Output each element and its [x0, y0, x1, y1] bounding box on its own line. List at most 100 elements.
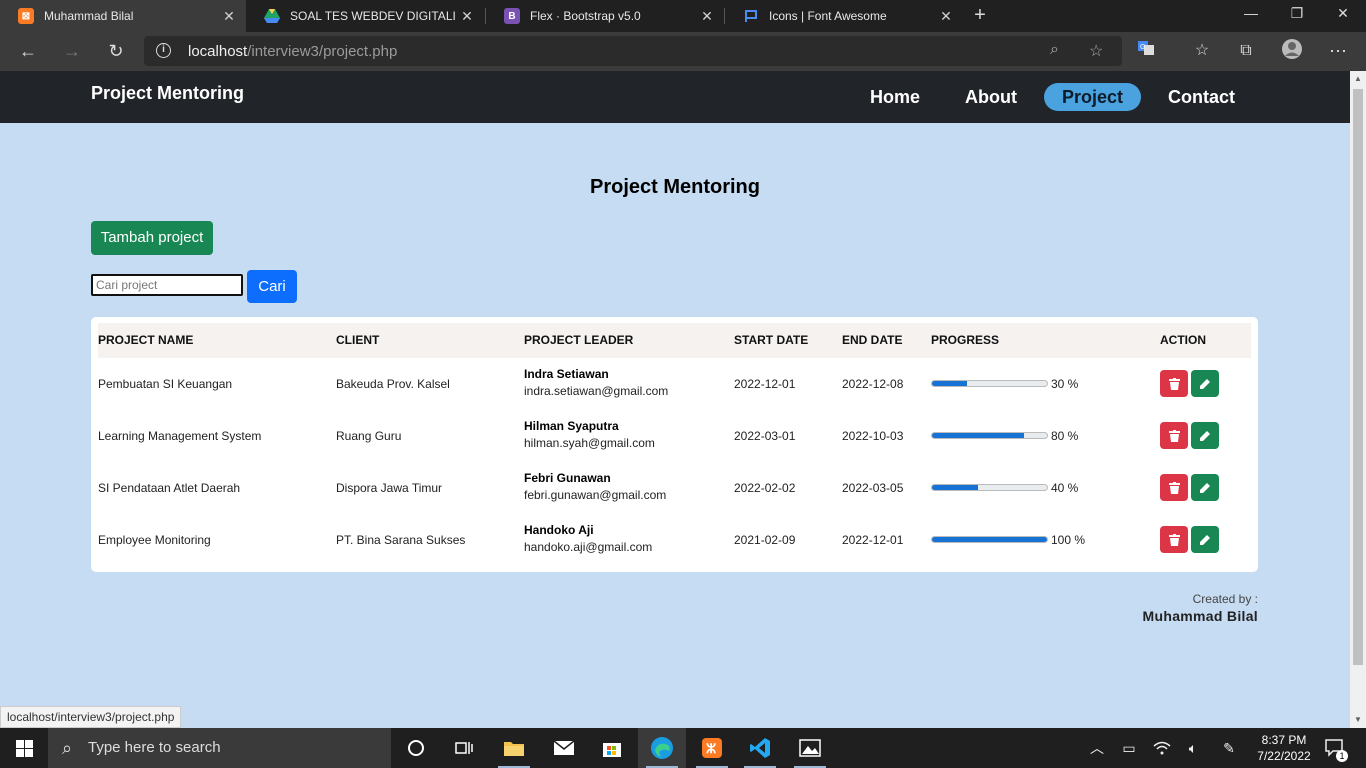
wifi-icon[interactable] [1150, 728, 1174, 768]
column-header: Project Leader [524, 333, 634, 347]
search-button[interactable]: Cari [247, 270, 297, 303]
favorite-star-icon[interactable]: ☆ [1089, 41, 1103, 61]
page-scrollbar[interactable]: ▲ ▼ [1350, 71, 1366, 728]
scroll-up-icon[interactable]: ▲ [1350, 71, 1366, 87]
url-host: localhost [188, 43, 248, 60]
progress-fill [932, 381, 967, 386]
add-project-button[interactable]: Tambah project [91, 221, 213, 255]
windows-start-icon[interactable] [0, 728, 48, 768]
progress-bar [931, 536, 1048, 543]
battery-icon[interactable]: ▭ [1118, 728, 1140, 768]
notification-center-icon[interactable]: 1 [1320, 728, 1350, 768]
progress-fill [932, 433, 1024, 438]
pencil-icon [1200, 378, 1210, 389]
leader-email: handoko.aji@gmail.com [524, 540, 653, 554]
column-header: Client [336, 333, 380, 347]
minimize-icon[interactable]: — [1228, 0, 1274, 32]
task-view-icon[interactable] [440, 728, 488, 768]
font-awesome-flag-icon [743, 8, 759, 24]
nav-about-link[interactable]: About [947, 83, 1035, 111]
end-date: 2022-10-03 [842, 429, 904, 443]
navbar-brand[interactable]: Project Mentoring [91, 83, 244, 104]
browser-tab[interactable]: B Flex · Bootstrap v5.0 ✕ [486, 0, 724, 32]
start-date: 2022-02-02 [734, 481, 796, 495]
photos-icon[interactable] [786, 728, 834, 768]
nav-contact-link[interactable]: Contact [1150, 83, 1253, 111]
edit-button[interactable] [1191, 526, 1219, 553]
delete-button[interactable] [1160, 526, 1188, 553]
trash-icon [1168, 377, 1180, 390]
pencil-icon [1200, 482, 1210, 493]
nav-project-link[interactable]: Project [1044, 83, 1142, 111]
restore-icon[interactable]: ❐ [1274, 0, 1320, 32]
close-tab-icon[interactable]: ✕ [456, 8, 478, 25]
nav-home-link[interactable]: Home [852, 83, 938, 111]
delete-button[interactable] [1160, 370, 1188, 397]
tray-chevron-icon[interactable]: ︿ [1086, 728, 1108, 768]
close-tab-icon[interactable]: ✕ [935, 8, 957, 25]
edit-button[interactable] [1191, 370, 1219, 397]
forward-icon[interactable]: → [58, 38, 86, 66]
scroll-thumb[interactable] [1353, 89, 1363, 665]
scroll-down-icon[interactable]: ▼ [1350, 712, 1366, 728]
address-bar[interactable]: i localhost/interview3/project.php ⌕ ☆ [144, 36, 1122, 66]
mail-icon[interactable] [540, 728, 588, 768]
search-icon: ⌕ [62, 738, 73, 758]
project-name: SI Pendataan Atlet Daerah [98, 481, 241, 495]
close-tab-icon[interactable]: ✕ [696, 8, 718, 25]
project-name: Learning Management System [98, 429, 262, 443]
notification-count-badge: 1 [1336, 750, 1348, 762]
taskbar-search-box[interactable]: ⌕ Type here to search [48, 728, 391, 768]
close-tab-icon[interactable]: ✕ [218, 8, 240, 25]
more-options-icon[interactable]: ⋯ [1324, 38, 1352, 66]
url-text: localhost/interview3/project.php [188, 43, 397, 60]
progress-label: 100 % [1051, 533, 1086, 547]
close-window-icon[interactable]: ✕ [1320, 0, 1366, 32]
link-status-url: localhost/interview3/project.php [0, 706, 182, 728]
pencil-icon [1200, 430, 1210, 441]
start-date: 2022-03-01 [734, 429, 796, 443]
end-date: 2022-03-05 [842, 481, 904, 495]
client-name: Dispora Jawa Timur [336, 481, 443, 495]
favorites-icon[interactable]: ☆ [1188, 38, 1216, 66]
leader-name: Hilman Syaputra [524, 419, 619, 433]
xampp-icon[interactable]: ⵣ [688, 728, 736, 768]
tab-title: Muhammad Bilal [44, 9, 134, 23]
browser-tab[interactable]: ⊠ Muhammad Bilal ✕ [0, 0, 246, 32]
table-row: SI Pendataan Atlet Daerah Dispora Jawa T… [98, 462, 1251, 514]
collections-icon[interactable]: ⧉ [1232, 38, 1260, 66]
search-input[interactable] [91, 274, 243, 296]
project-leader: Handoko Aji handoko.aji@gmail.com [524, 522, 652, 556]
browser-toolbar: ← → ↻ i localhost/interview3/project.php… [0, 32, 1366, 71]
vscode-icon[interactable] [736, 728, 784, 768]
column-header: Action [1160, 333, 1206, 347]
column-header: Start Date [734, 333, 809, 347]
file-explorer-icon[interactable] [490, 728, 538, 768]
delete-button[interactable] [1160, 422, 1188, 449]
site-info-icon[interactable]: i [156, 43, 171, 58]
pencil-icon [1200, 534, 1210, 545]
project-leader: Febri Gunawan febri.gunawan@gmail.com [524, 470, 666, 504]
column-header: Project Name [98, 333, 194, 347]
edit-button[interactable] [1191, 422, 1219, 449]
volume-icon[interactable]: 🔈︎ [1182, 728, 1204, 768]
new-tab-icon[interactable]: + [968, 4, 992, 28]
profile-avatar-icon[interactable] [1278, 38, 1306, 66]
browser-tab[interactable]: Icons | Font Awesome ✕ [725, 0, 963, 32]
refresh-icon[interactable]: ↻ [102, 38, 130, 66]
leader-name: Febri Gunawan [524, 471, 611, 485]
browser-tab[interactable]: SOAL TES WEBDEV DIGITALIZ BA ✕ [246, 0, 484, 32]
edit-button[interactable] [1191, 474, 1219, 501]
microsoft-store-icon[interactable] [588, 728, 636, 768]
pen-workspace-icon[interactable]: ✎ [1218, 728, 1240, 768]
tab-title: SOAL TES WEBDEV DIGITALIZ BA [290, 9, 456, 23]
table-row: Employee Monitoring PT. Bina Sarana Suks… [98, 514, 1251, 566]
delete-button[interactable] [1160, 474, 1188, 501]
table-row: Learning Management System Ruang Guru Hi… [98, 410, 1251, 462]
system-clock[interactable]: 8:37 PM 7/22/2022 [1252, 732, 1316, 764]
cortana-icon[interactable] [392, 728, 440, 768]
edge-browser-icon[interactable] [638, 728, 686, 768]
back-icon[interactable]: ← [14, 38, 42, 66]
zoom-icon[interactable]: ⌕ [1050, 41, 1059, 59]
translate-icon[interactable]: G [1132, 38, 1160, 66]
